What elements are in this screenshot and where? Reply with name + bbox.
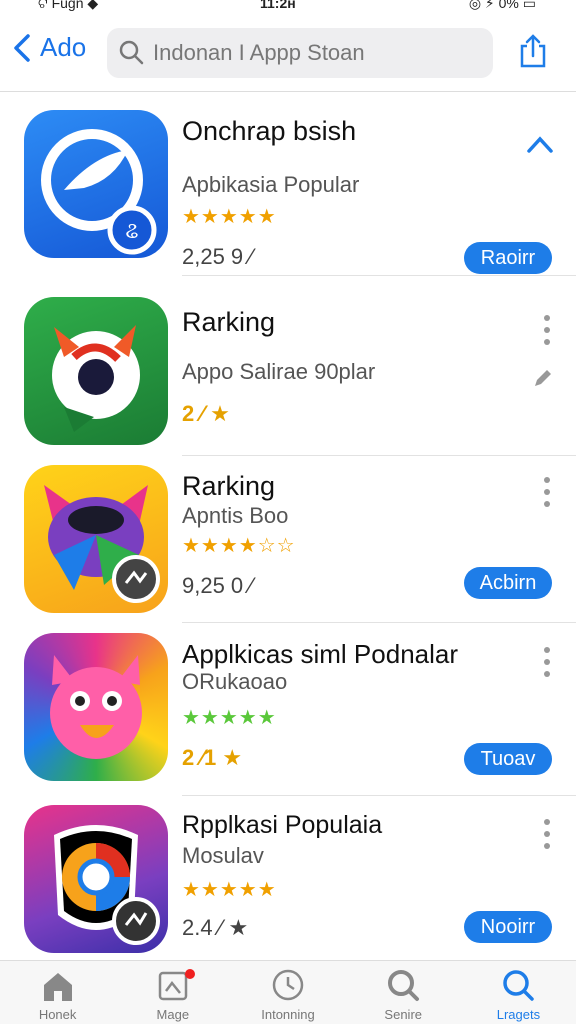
tab-senire[interactable]: Senire (346, 961, 461, 1024)
tab-intonning[interactable]: Intonning (230, 961, 345, 1024)
search-input[interactable] (153, 40, 473, 66)
more-icon[interactable] (542, 477, 552, 513)
app-title[interactable]: Onchrap bsish (182, 116, 356, 147)
app-title[interactable]: Rarking (182, 307, 275, 338)
search-icon (119, 40, 144, 65)
clock: 11:2н (260, 0, 296, 11)
tab-home[interactable]: Honek (0, 961, 115, 1024)
app-subtitle: Apbikasia Popular (182, 172, 360, 197)
home-icon (43, 973, 72, 1001)
more-icon[interactable] (542, 819, 552, 855)
tab-label: Senire (384, 1007, 422, 1022)
pencil-icon[interactable] (532, 367, 554, 389)
divider (182, 622, 576, 623)
search-bar[interactable] (107, 28, 493, 78)
more-icon[interactable] (542, 315, 552, 351)
svg-text:ଌ: ଌ (125, 219, 138, 244)
rating-count: 2.4 ⁄ ★ (182, 915, 249, 940)
back-button[interactable]: Ado (12, 32, 86, 63)
tab-bar: Honek Mage Intonning Senire Lragets (0, 960, 576, 1024)
app-subtitle: Mosulav (182, 843, 264, 868)
tab-label: Mage (156, 1007, 190, 1022)
app-icon[interactable] (24, 297, 168, 445)
carrier-label: ଟ Fugn ◆ (38, 0, 99, 11)
chevron-left-icon (14, 33, 30, 62)
status-icons: ◎ ⚡ 0% ▭ (468, 0, 536, 11)
rating-count: 2,25 9 ⁄ (182, 244, 253, 269)
app-icon[interactable] (24, 465, 168, 613)
search-icon (388, 970, 420, 1001)
app-subtitle: Apntis Boo (182, 503, 289, 528)
tab-label: Honek (38, 1007, 77, 1022)
tab-label: Intonning (261, 1007, 315, 1022)
app-subtitle: Appo Salirae 90plar (182, 359, 376, 384)
get-button[interactable]: Acbirn (464, 567, 552, 599)
chevron-up-icon[interactable] (526, 134, 554, 154)
nav-bar: Ado (0, 22, 576, 92)
tab-label: Lragets (496, 1007, 541, 1022)
get-button[interactable]: Tuoav (464, 743, 552, 775)
status-bar: ଟ Fugn ◆ 11:2н ◎ ⚡ 0% ▭ (0, 0, 576, 14)
tab-mage[interactable]: Mage (115, 961, 230, 1024)
share-icon (520, 34, 546, 68)
app-title[interactable]: Rarking (182, 471, 275, 502)
more-icon[interactable] (542, 647, 552, 683)
rating-stars: ★★★★★ (182, 879, 277, 901)
divider (182, 275, 576, 276)
rating-stars: ★★★★★ (182, 206, 277, 228)
notification-badge (185, 969, 196, 979)
app-subtitle: ORukaoao (182, 669, 288, 694)
divider (182, 795, 576, 796)
rating-stars: ★★★★☆☆ (182, 535, 296, 557)
get-button[interactable]: Nooirr (464, 911, 552, 943)
tab-lragets[interactable]: Lragets (461, 961, 576, 1024)
rating-stars: ★★★★★ (182, 707, 277, 729)
app-title[interactable]: Rpplkasi Populaia (182, 811, 382, 840)
get-button[interactable]: Raoirr (464, 242, 552, 274)
app-icon[interactable] (24, 633, 168, 781)
back-label: Ado (40, 32, 87, 62)
app-icon[interactable] (24, 805, 168, 953)
share-button[interactable] (518, 34, 548, 73)
rating-count: 9,25 0 ⁄ (182, 573, 253, 598)
app-title[interactable]: Applkicas siml Podnalar (182, 639, 458, 670)
rating-value: 2 ⁄1 ★ (182, 745, 243, 770)
clock-icon (272, 969, 304, 1001)
rating-value: 2 ⁄ ★ (182, 401, 230, 426)
divider (182, 455, 576, 456)
search-icon (503, 970, 535, 1001)
app-icon[interactable]: ଌ (24, 110, 168, 258)
